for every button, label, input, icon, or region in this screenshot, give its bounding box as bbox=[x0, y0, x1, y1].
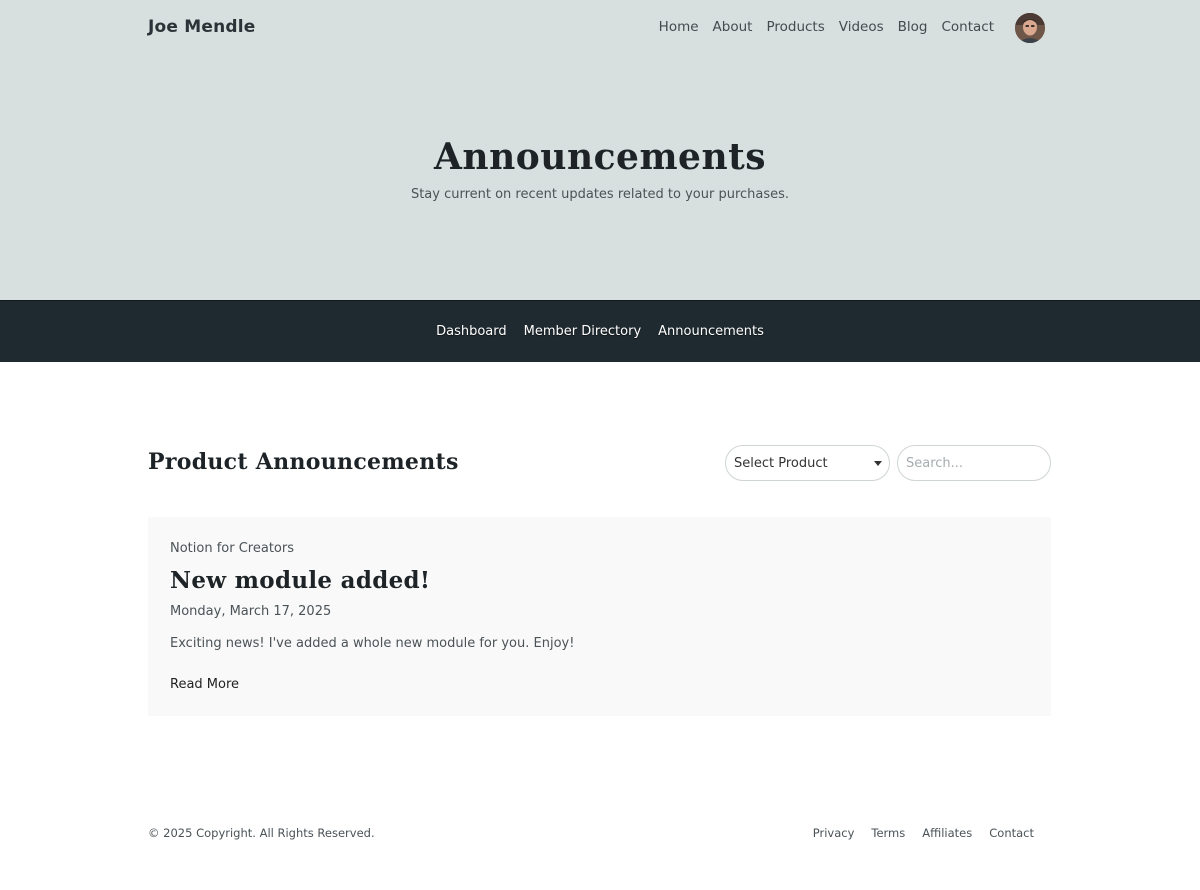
nav-home[interactable]: Home bbox=[659, 19, 699, 35]
nav-contact[interactable]: Contact bbox=[941, 19, 994, 35]
subnav-dashboard[interactable]: Dashboard bbox=[436, 324, 507, 339]
nav-videos[interactable]: Videos bbox=[839, 19, 884, 35]
nav-about[interactable]: About bbox=[713, 19, 753, 35]
caret-down-icon bbox=[874, 461, 882, 466]
announcement-title[interactable]: New module added! bbox=[170, 567, 430, 594]
subnav-member-directory[interactable]: Member Directory bbox=[524, 324, 642, 339]
footer-terms[interactable]: Terms bbox=[871, 826, 905, 840]
page-subtitle: Stay current on recent updates related t… bbox=[410, 187, 790, 202]
top-nav: Home About Products Videos Blog Contact bbox=[659, 19, 994, 35]
read-more-link[interactable]: Read More bbox=[170, 677, 239, 692]
section-title: Product Announcements bbox=[148, 449, 459, 475]
announcement-product: Notion for Creators bbox=[170, 541, 294, 556]
site-brand[interactable]: Joe Mendle bbox=[148, 17, 256, 37]
copyright-text: © 2025 Copyright. All Rights Reserved. bbox=[148, 826, 375, 840]
product-select[interactable]: Select Product bbox=[725, 445, 890, 481]
footer-privacy[interactable]: Privacy bbox=[813, 826, 855, 840]
footer-affiliates[interactable]: Affiliates bbox=[922, 826, 972, 840]
announcement-card: Notion for Creators New module added! Mo… bbox=[148, 517, 1051, 716]
avatar-portrait bbox=[1015, 13, 1045, 43]
product-select-value: Select Product bbox=[734, 455, 828, 471]
nav-blog[interactable]: Blog bbox=[898, 19, 928, 35]
footer-contact[interactable]: Contact bbox=[989, 826, 1034, 840]
hero-header: Joe Mendle Home About Products Videos Bl… bbox=[0, 0, 1200, 300]
subnav-announcements[interactable]: Announcements bbox=[658, 324, 764, 339]
announcement-date: Monday, March 17, 2025 bbox=[170, 604, 332, 619]
nav-products[interactable]: Products bbox=[766, 19, 824, 35]
user-avatar-icon[interactable] bbox=[1015, 13, 1045, 43]
member-nav: Dashboard Member Directory Announcements bbox=[0, 300, 1200, 362]
footer-nav: Privacy Terms Affiliates Contact bbox=[813, 826, 1034, 840]
page-title: Announcements bbox=[433, 136, 767, 178]
announcement-body: Exciting news! I've added a whole new mo… bbox=[170, 636, 575, 651]
search-input[interactable] bbox=[897, 445, 1051, 481]
